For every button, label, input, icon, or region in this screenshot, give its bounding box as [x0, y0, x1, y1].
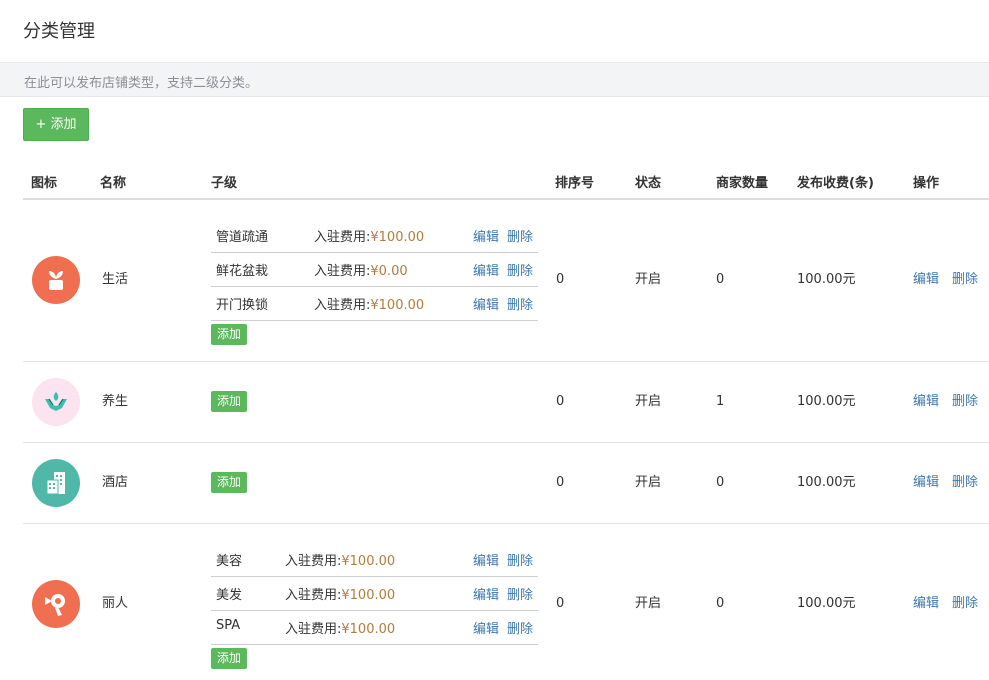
sub-category-row: SPA 入驻费用:¥100.00 编辑 删除 [211, 610, 538, 645]
sub-category-fee: 入驻费用:¥100.00 [285, 618, 395, 637]
header-merchant-count: 商家数量 [716, 176, 769, 191]
sub-delete-link[interactable]: 删除 [507, 294, 533, 313]
sort-value: 0 [556, 475, 565, 490]
tip-text: 在此可以发布店铺类型，支持二级分类。 [24, 76, 259, 91]
sub-edit-link[interactable]: 编辑 [473, 260, 499, 279]
sub-edit-link[interactable]: 编辑 [473, 550, 499, 569]
fee-label: 入驻费用: [285, 622, 342, 637]
sub-category-fee: 入驻费用:¥0.00 [314, 260, 408, 279]
header-actions: 操作 [913, 176, 940, 191]
sub-category-fee: 入驻费用:¥100.00 [314, 294, 424, 313]
edit-link[interactable]: 编辑 [913, 595, 939, 613]
category-name: 生活 [102, 272, 129, 287]
page-title: 分类管理 [23, 21, 95, 42]
sub-category-name: 开门换锁 [216, 298, 269, 313]
fee-label: 入驻费用: [314, 298, 371, 313]
sub-category-fee: 入驻费用:¥100.00 [285, 584, 395, 603]
sub-category-name: 鲜花盆栽 [216, 264, 269, 279]
fee-amount: ¥100.00 [341, 622, 396, 637]
hotel-building-icon [46, 472, 65, 495]
sub-edit-link[interactable]: 编辑 [473, 294, 499, 313]
merchant-count-value: 0 [716, 475, 725, 490]
row-divider [23, 442, 989, 443]
fee-label: 入驻费用: [285, 554, 342, 569]
hair-dryer-icon [45, 594, 65, 616]
add-sub-category-button[interactable]: 添加 [211, 324, 247, 345]
row-divider [23, 523, 989, 524]
edit-link[interactable]: 编辑 [913, 474, 939, 492]
fee-value: 100.00元 [797, 272, 856, 287]
category-name: 养生 [102, 394, 129, 409]
sub-category-name: 美容 [216, 554, 243, 569]
sub-delete-link[interactable]: 删除 [507, 260, 533, 279]
add-sub-category-button[interactable]: 添加 [211, 472, 247, 493]
delete-link[interactable]: 删除 [952, 595, 978, 613]
tip-bar: 在此可以发布店铺类型，支持二级分类。 [0, 62, 989, 97]
fee-amount: ¥100.00 [370, 230, 425, 245]
fee-amount: ¥100.00 [341, 588, 396, 603]
merchant-count-value: 0 [716, 272, 725, 287]
plant-pot-icon [49, 271, 63, 290]
sort-value: 0 [556, 272, 565, 287]
merchant-count-value: 0 [716, 596, 725, 611]
category-icon [32, 378, 80, 426]
sub-delete-link[interactable]: 删除 [507, 584, 533, 603]
sub-category-row: 美容 入驻费用:¥100.00 编辑 删除 [211, 542, 538, 577]
fee-label: 入驻费用: [285, 588, 342, 603]
fee-label: 入驻费用: [314, 264, 371, 279]
category-name: 丽人 [102, 596, 129, 611]
header-icon: 图标 [31, 176, 58, 191]
sub-delete-link[interactable]: 删除 [507, 226, 533, 245]
row-divider [23, 361, 989, 362]
status-value: 开启 [635, 475, 662, 490]
sub-edit-link[interactable]: 编辑 [473, 584, 499, 603]
sub-category-name: SPA [216, 618, 241, 633]
fee-value: 100.00元 [797, 596, 856, 611]
category-name: 酒店 [102, 475, 129, 490]
sub-category-name: 管道疏通 [216, 230, 269, 245]
fee-amount: ¥100.00 [341, 554, 396, 569]
status-value: 开启 [635, 394, 662, 409]
sub-category-row: 开门换锁 入驻费用:¥100.00 编辑 删除 [211, 286, 538, 321]
sub-category-name: 美发 [216, 588, 243, 603]
delete-link[interactable]: 删除 [952, 271, 978, 289]
status-value: 开启 [635, 272, 662, 287]
add-sub-category-button[interactable]: 添加 [211, 391, 247, 412]
status-value: 开启 [635, 596, 662, 611]
sort-value: 0 [556, 394, 565, 409]
sub-edit-link[interactable]: 编辑 [473, 226, 499, 245]
edit-link[interactable]: 编辑 [913, 393, 939, 411]
delete-link[interactable]: 删除 [952, 393, 978, 411]
edit-link[interactable]: 编辑 [913, 271, 939, 289]
sub-category-row: 鲜花盆栽 入驻费用:¥0.00 编辑 删除 [211, 252, 538, 287]
sub-category-fee: 入驻费用:¥100.00 [285, 550, 395, 569]
category-icon [32, 459, 80, 507]
fee-amount: ¥0.00 [370, 264, 408, 279]
fee-value: 100.00元 [797, 475, 856, 490]
sub-category-fee: 入驻费用:¥100.00 [314, 226, 424, 245]
wellness-hands-icon [45, 392, 67, 411]
header-name: 名称 [100, 176, 127, 191]
sub-delete-link[interactable]: 删除 [507, 618, 533, 637]
sub-delete-link[interactable]: 删除 [507, 550, 533, 569]
merchant-count-value: 1 [716, 394, 725, 409]
fee-value: 100.00元 [797, 394, 856, 409]
fee-amount: ¥100.00 [370, 298, 425, 313]
add-sub-category-button[interactable]: 添加 [211, 648, 247, 669]
header-sort: 排序号 [555, 176, 595, 191]
sort-value: 0 [556, 596, 565, 611]
header-fee: 发布收费(条) [797, 176, 874, 191]
fee-label: 入驻费用: [314, 230, 371, 245]
add-category-button[interactable]: + 添加 [23, 108, 89, 141]
category-icon [32, 580, 80, 628]
header-children: 子级 [211, 176, 238, 191]
sub-category-row: 美发 入驻费用:¥100.00 编辑 删除 [211, 576, 538, 611]
category-icon [32, 256, 80, 304]
sub-edit-link[interactable]: 编辑 [473, 618, 499, 637]
delete-link[interactable]: 删除 [952, 474, 978, 492]
sub-category-row: 管道疏通 入驻费用:¥100.00 编辑 删除 [211, 218, 538, 253]
header-divider [23, 198, 989, 200]
header-status: 状态 [635, 176, 662, 191]
